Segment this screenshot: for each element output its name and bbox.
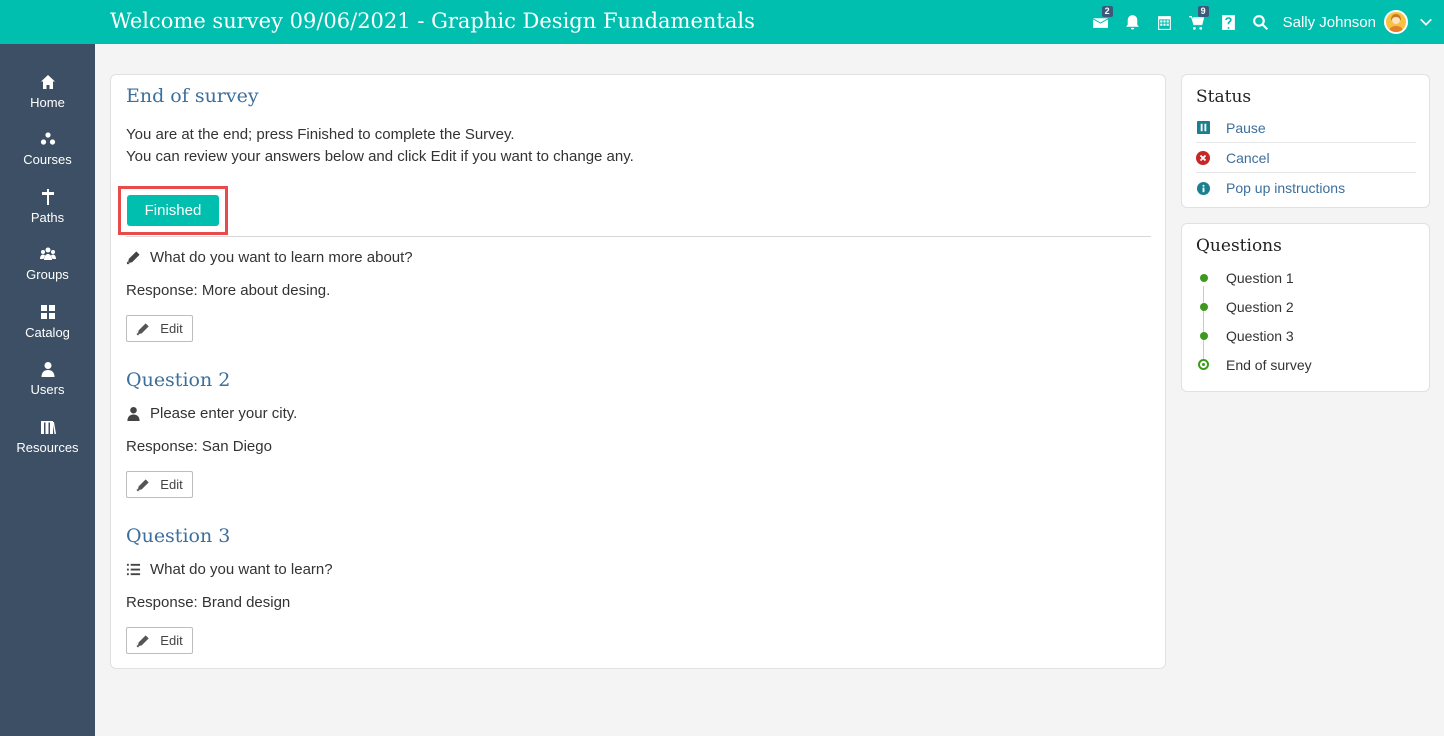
question-nav-item[interactable]: Question 3 — [1196, 321, 1294, 350]
bell-icon[interactable] — [1117, 0, 1149, 44]
question-prompt-text: What do you want to learn? — [150, 561, 333, 578]
edit-button-label: Edit — [160, 633, 183, 648]
question-nav-item[interactable]: Question 1 — [1196, 263, 1294, 292]
response-value: : San Diego — [193, 438, 272, 455]
question-prompt: What do you want to learn more about? — [126, 249, 413, 266]
pencil-icon — [137, 478, 149, 491]
pencil-icon — [137, 322, 149, 335]
cancel-label: Cancel — [1226, 149, 1270, 166]
instructions-line-2: You can review your answers below and cl… — [126, 148, 634, 165]
help-icon[interactable] — [1213, 0, 1245, 44]
pause-label: Pause — [1226, 119, 1266, 136]
edit-button-label: Edit — [160, 321, 183, 336]
survey-panel: End of survey You are at the end; press … — [110, 74, 1166, 669]
pencil-icon — [137, 634, 149, 647]
response-text: Response: More about desing. — [126, 282, 330, 299]
question-prompt: What do you want to learn? — [126, 561, 333, 578]
user-name[interactable]: Sally Johnson — [1283, 14, 1376, 31]
search-icon[interactable] — [1245, 0, 1277, 44]
completed-dot-icon — [1200, 302, 1208, 311]
question-prompt-text: Please enter your city. — [150, 405, 298, 422]
question-nav-label: End of survey — [1226, 356, 1312, 373]
user-icon — [41, 362, 54, 377]
sidebar-item-users[interactable]: Users — [0, 361, 95, 411]
question-heading: Question 3 — [126, 525, 231, 547]
sidebar-item-groups[interactable]: Groups — [0, 246, 95, 296]
sidebar-item-label: Groups — [26, 267, 69, 282]
sidebar-item-catalog[interactable]: Catalog — [0, 304, 95, 354]
response-value: : More about desing. — [193, 282, 331, 299]
response-label: Response — [126, 282, 194, 299]
response-text: Response: Brand design — [126, 594, 290, 611]
sidebar-item-resources[interactable]: Resources — [0, 419, 95, 469]
resources-icon — [40, 421, 56, 434]
question-nav-label: Question 1 — [1226, 269, 1294, 286]
home-icon — [40, 75, 55, 89]
messages-icon[interactable]: 2 — [1085, 0, 1117, 44]
cancel-link[interactable]: Cancel — [1196, 143, 1416, 173]
edit-button[interactable]: Edit — [126, 627, 193, 654]
completed-dot-icon — [1200, 273, 1208, 282]
instructions-line-1: You are at the end; press Finished to co… — [126, 126, 515, 143]
cart-badge: 9 — [1197, 6, 1209, 17]
edit-button[interactable]: Edit — [126, 315, 193, 342]
sidebar-item-label: Resources — [16, 440, 79, 455]
info-icon — [1196, 181, 1210, 195]
cart-icon[interactable]: 9 — [1181, 0, 1213, 44]
avatar[interactable] — [1384, 10, 1408, 34]
sidebar-item-label: Home — [30, 95, 65, 110]
catalog-icon — [40, 305, 55, 319]
popup-instructions-link[interactable]: Pop up instructions — [1196, 173, 1416, 203]
divider — [126, 236, 1151, 237]
page-title: Welcome survey 09/06/2021 - Graphic Desi… — [110, 9, 755, 33]
pencil-icon — [126, 251, 140, 265]
response-value: : Brand design — [193, 594, 291, 611]
pause-icon — [1196, 121, 1210, 135]
sidebar-item-label: Paths — [30, 210, 65, 225]
status-title: Status — [1196, 87, 1252, 107]
finished-highlight: Finished — [118, 186, 228, 235]
chevron-down-icon[interactable] — [1408, 0, 1444, 44]
calendar-icon[interactable] — [1149, 0, 1181, 44]
finished-button[interactable]: Finished — [127, 195, 219, 226]
sidebar-item-label: Courses — [23, 152, 72, 167]
pause-link[interactable]: Pause — [1196, 113, 1416, 143]
sidebar-item-label: Users — [30, 382, 65, 397]
completed-dot-icon — [1200, 331, 1208, 340]
top-bar: Welcome survey 09/06/2021 - Graphic Desi… — [0, 0, 1444, 44]
popup-instructions-label: Pop up instructions — [1226, 180, 1346, 196]
person-icon — [127, 406, 140, 421]
sidebar-item-paths[interactable]: Paths — [0, 189, 95, 239]
questions-title: Questions — [1196, 236, 1282, 256]
response-label: Response — [126, 594, 194, 611]
question-nav-label: Question 2 — [1226, 298, 1294, 315]
current-dot-icon — [1198, 359, 1209, 370]
question-prompt: Please enter your city. — [126, 405, 297, 422]
groups-icon — [39, 247, 56, 260]
sidebar: Home Courses Paths Groups Catalog Users … — [0, 44, 95, 736]
courses-icon — [40, 132, 55, 145]
edit-button[interactable]: Edit — [126, 471, 193, 498]
question-prompt-text: What do you want to learn more about? — [150, 249, 413, 266]
top-toolbar: 2 9 Sally Johnson — [1085, 0, 1444, 44]
question-heading: Question 2 — [126, 369, 231, 391]
question-nav-label: Question 3 — [1226, 327, 1294, 344]
sidebar-item-home[interactable]: Home — [0, 74, 95, 124]
sidebar-item-label: Catalog — [25, 325, 70, 340]
list-icon — [126, 563, 141, 576]
section-title: End of survey — [126, 85, 259, 107]
sidebar-item-courses[interactable]: Courses — [0, 131, 95, 181]
response-label: Response — [126, 438, 194, 455]
response-text: Response: San Diego — [126, 438, 272, 455]
cancel-icon — [1196, 150, 1210, 165]
status-panel: Status Pause Cancel Pop up instructions — [1181, 74, 1430, 208]
question-nav-item[interactable]: Question 2 — [1196, 292, 1294, 321]
paths-icon — [41, 189, 54, 205]
questions-panel: Questions Question 1 Question 2 Question… — [1181, 223, 1430, 392]
edit-button-label: Edit — [160, 477, 183, 492]
messages-badge: 2 — [1101, 6, 1113, 17]
question-nav-item-current[interactable]: End of survey — [1196, 350, 1312, 379]
